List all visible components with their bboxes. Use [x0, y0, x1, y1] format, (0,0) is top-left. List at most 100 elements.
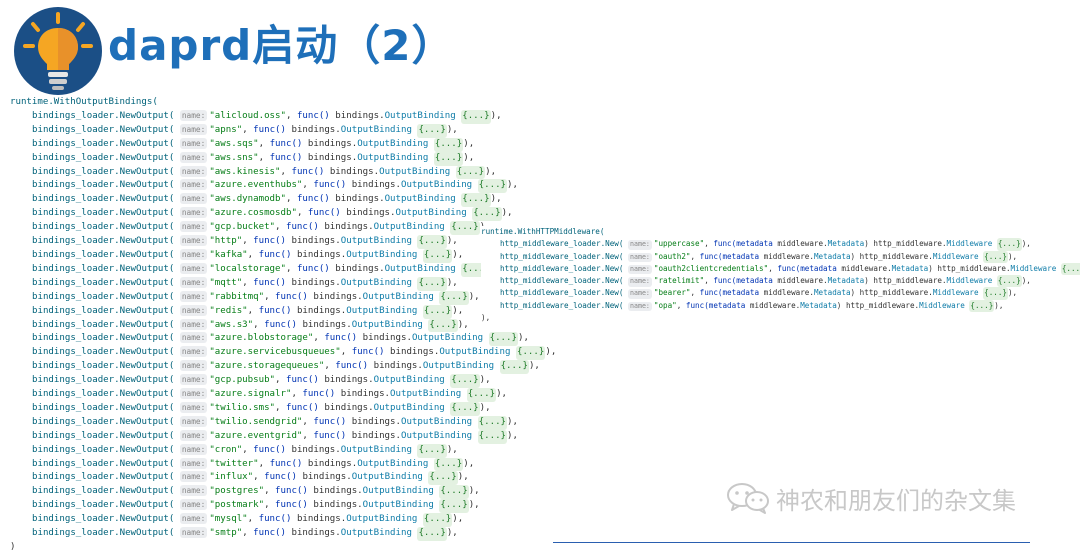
loader-call: bindings_loader.NewOutput( — [32, 138, 175, 149]
param-hint: name: — [179, 471, 208, 483]
code-line: bindings_loader.NewOutput( name: "gcp.pub… — [10, 374, 556, 389]
folded-block: {...} — [417, 443, 447, 458]
func-keyword: func() — [253, 277, 286, 288]
loader-call: bindings_loader.NewOutput( — [32, 194, 175, 205]
binding-name: "twilio.sendgrid" — [209, 416, 303, 427]
binding-name: "aws.sns" — [209, 152, 259, 163]
return-type: OutputBinding — [422, 361, 495, 372]
meta-package: middleware. — [777, 239, 828, 249]
binding-name: "azure.eventhubs" — [209, 180, 303, 191]
code-line: bindings_loader.NewOutput( name: "twitter… — [10, 457, 556, 472]
return-type: Middleware — [946, 239, 993, 249]
binding-name: "azure.cosmosdb" — [209, 208, 297, 219]
binding-name: "aws.sqs" — [209, 138, 259, 149]
folded-block: {...} — [428, 471, 458, 486]
code-line: bindings_loader.NewOutput( name: "cron", … — [10, 443, 556, 458]
return-type: OutputBinding — [373, 222, 445, 233]
loader-call: bindings_loader.NewOutput( — [32, 319, 175, 330]
package-name: bindings. — [307, 152, 358, 163]
code-line: bindings_loader.NewOutput( name: "rabbitm… — [10, 290, 556, 305]
return-type: OutputBinding — [351, 319, 423, 330]
code-line: bindings_loader.NewOutput( name: "azure.c… — [10, 207, 556, 222]
return-type: OutputBinding — [351, 472, 423, 483]
package-name: bindings. — [324, 402, 374, 413]
wechat-icon — [727, 483, 769, 514]
loader-call: http_middleware_loader.New( — [500, 251, 624, 261]
folded-block: {...} — [1060, 262, 1080, 276]
line-end: ), — [501, 208, 513, 219]
binding-name: "azure.storagequeues" — [209, 361, 325, 372]
folded-block: {...} — [983, 250, 1008, 263]
line-end: ), — [479, 402, 491, 413]
param-hint: name: — [179, 165, 208, 177]
package-name: bindings. — [296, 249, 347, 260]
param-hint: name: — [628, 240, 652, 250]
code-line: http_middleware_loader.New( name: "rateli… — [481, 275, 1080, 288]
folded-block: {...} — [439, 485, 469, 500]
param-hint: name: — [179, 513, 208, 525]
code-line: bindings_loader.NewOutput( name: "aws.sqs… — [10, 137, 556, 152]
loader-call: bindings_loader.NewOutput( — [32, 166, 175, 177]
loader-call: bindings_loader.NewOutput( — [32, 361, 175, 372]
code-line: bindings_loader.NewOutput( name: "http", … — [10, 235, 556, 249]
func-signature: func(metadata — [777, 263, 837, 273]
loader-call: bindings_loader.NewOutput( — [32, 249, 175, 260]
line-end: ), — [490, 110, 502, 121]
param-hint: name: — [179, 318, 208, 330]
package-name: bindings. — [313, 486, 363, 497]
return-type: OutputBinding — [357, 138, 429, 149]
func-keyword: func() — [264, 319, 297, 330]
binding-name: "aws.dynamodb" — [209, 194, 286, 205]
package-name: bindings. — [291, 444, 341, 455]
func-keyword: func() — [335, 361, 369, 372]
line-end: ), — [446, 528, 458, 539]
binding-name: "http" — [209, 236, 243, 247]
folded-block: {...} — [515, 346, 546, 361]
loader-call: bindings_loader.NewOutput( — [32, 236, 175, 247]
line-end: ), — [507, 180, 518, 191]
folded-block: {...} — [433, 137, 464, 152]
line-end: ), — [468, 486, 480, 497]
folded-block: {...} — [422, 304, 453, 319]
package-name: bindings. — [351, 430, 401, 441]
return-type: Middleware — [1010, 263, 1057, 273]
meta-type: Metadata — [813, 251, 851, 261]
package-name: bindings. — [291, 277, 341, 288]
package-name: bindings. — [313, 291, 363, 302]
param-hint: name: — [179, 360, 208, 372]
line-end: ), — [452, 305, 464, 316]
package-name: bindings. — [296, 514, 347, 525]
loader-call: bindings_loader.NewOutput( — [32, 430, 175, 441]
return-package: http_middleware. — [937, 263, 1011, 273]
code-line: http_middleware_loader.New( name: "oauth2… — [481, 250, 1080, 263]
package-name: bindings. — [351, 416, 401, 427]
line-end: ), — [994, 300, 1004, 310]
binding-name: "gcp.pubsub" — [209, 375, 276, 386]
loader-call: bindings_loader.NewOutput( — [32, 180, 175, 191]
loader-call: http_middleware_loader.New( — [500, 276, 624, 286]
return-type: Middleware — [932, 251, 979, 261]
code-line: http_middleware_loader.New( name: "upperc… — [481, 238, 1080, 251]
binding-name: "azure.eventgrid" — [209, 430, 303, 441]
param-hint: name: — [179, 346, 208, 358]
line-end: ), — [463, 152, 475, 163]
func-keyword: func() — [253, 124, 286, 135]
line-end: ), — [496, 389, 508, 400]
code-line: bindings_loader.NewOutput( name: "kafka",… — [10, 248, 556, 263]
folded-block: {...} — [969, 299, 995, 313]
folded-block: {...} — [417, 276, 447, 291]
middleware-name: "bearer" — [653, 288, 691, 298]
return-type: OutputBinding — [384, 194, 456, 205]
package-name: bindings. — [335, 194, 385, 205]
folded-block: {...} — [422, 248, 453, 263]
folded-block: {...} — [477, 179, 508, 194]
param-hint: name: — [628, 277, 652, 287]
func-keyword: func() — [296, 110, 330, 121]
code-line: bindings_loader.NewOutput( name: "azure.s… — [10, 360, 556, 375]
code-line: http_middleware_loader.New( name: "oauth2… — [481, 262, 1080, 276]
param-hint: name: — [179, 262, 208, 274]
line-end: ), — [1021, 276, 1031, 286]
code-line: bindings_loader.NewOutput( name: "aws.kin… — [10, 165, 556, 180]
folded-block: {...} — [428, 318, 458, 333]
loader-call: bindings_loader.NewOutput( — [32, 124, 175, 135]
